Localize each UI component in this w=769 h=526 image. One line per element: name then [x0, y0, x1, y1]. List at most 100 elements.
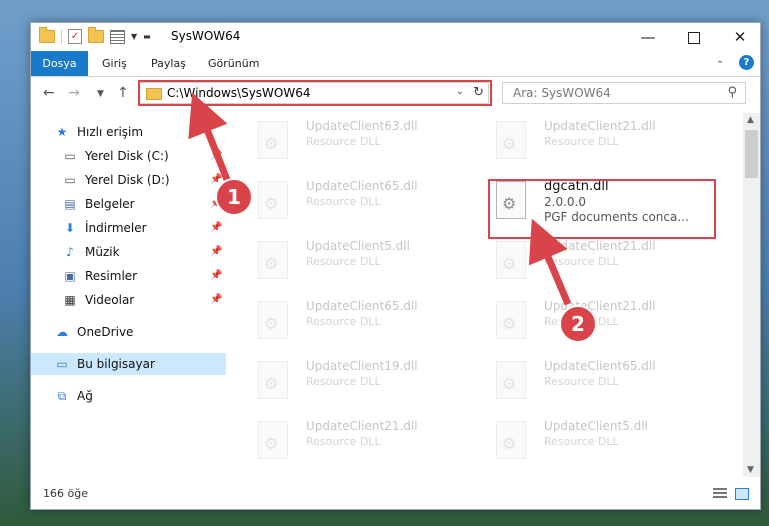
file-item[interactable]: ⚙ UpdateClient21.dll Resource DLL — [482, 295, 712, 351]
expand-ribbon-icon[interactable]: ⌄ — [716, 55, 724, 66]
file-list: ⚙ UpdateClient63.dll Resource DLL ⚙ Upda… — [236, 113, 741, 477]
dll-file-icon: ⚙ — [258, 301, 288, 339]
file-name: UpdateClient65.dll — [306, 299, 418, 313]
file-item-dgcatn[interactable]: ⚙ dgcatn.dll 2.0.0.0 PGF documents conca… — [482, 175, 712, 231]
help-icon[interactable]: ? — [739, 55, 754, 70]
explorer-window: ✓ ▼ ▬ SysWOW64 — ✕ Dosya Giriş Paylaş Gö… — [30, 22, 761, 510]
search-box[interactable]: Ara: SysWOW64 ⚲ — [502, 82, 746, 104]
file-item[interactable]: ⚙ UpdateClient65.dll Resource DLL — [482, 355, 712, 411]
tab-view[interactable]: Görünüm — [208, 51, 259, 76]
maximize-icon — [688, 31, 700, 44]
tab-share[interactable]: Paylaş — [151, 51, 186, 76]
up-arrow-icon[interactable]: ↑ — [117, 85, 129, 101]
computer-icon: ▭ — [56, 357, 68, 371]
file-item[interactable]: ⚙ UpdateClient65.dll Resource DLL — [244, 175, 474, 231]
properties-check-icon[interactable]: ✓ — [68, 29, 82, 44]
file-description: PGF documents conca... — [544, 210, 689, 224]
folder-icon — [39, 27, 55, 43]
file-name: UpdateClient21.dll — [544, 299, 656, 313]
close-button[interactable]: ✕ — [717, 23, 763, 51]
nav-item-videos[interactable]: ▦ Videolar 📌 — [31, 289, 226, 311]
back-arrow-icon[interactable]: ← — [43, 85, 55, 101]
refresh-icon[interactable]: ↻ — [473, 85, 484, 100]
pin-icon[interactable]: 📌 — [210, 169, 222, 191]
file-item[interactable]: ⚙ UpdateClient21.dll Resource DLL — [482, 235, 712, 291]
dll-file-icon: ⚙ — [496, 361, 526, 399]
item-count: 166 öğe — [43, 487, 88, 500]
title-bar: ✓ ▼ ▬ SysWOW64 — ✕ — [31, 23, 760, 51]
dll-file-icon: ⚙ — [258, 241, 288, 279]
recent-locations-icon[interactable]: ▼ — [97, 89, 104, 99]
file-item[interactable]: ⚙ UpdateClient65.dll Resource DLL — [244, 295, 474, 351]
new-folder-icon[interactable] — [88, 27, 104, 43]
search-icon[interactable]: ⚲ — [727, 85, 737, 100]
file-item[interactable]: ⚙ UpdateClient21.dll Resource DLL — [482, 115, 712, 171]
file-item[interactable]: ⚙ UpdateClient5.dll Resource DLL — [244, 235, 474, 291]
file-name: UpdateClient65.dll — [544, 359, 656, 373]
nav-item-pictures[interactable]: ▣ Resimler 📌 — [31, 265, 226, 287]
tab-file[interactable]: Dosya — [31, 51, 88, 76]
nav-item-network[interactable]: ⧉ Ağ — [31, 385, 226, 407]
properties-icon[interactable] — [110, 29, 125, 44]
minimize-button[interactable]: — — [625, 23, 671, 51]
scroll-thumb[interactable] — [745, 130, 758, 178]
gear-icon: ⚙ — [502, 374, 517, 393]
file-description: Resource DLL — [306, 255, 381, 268]
nav-label: Müzik — [85, 245, 120, 259]
file-name: UpdateClient21.dll — [544, 239, 656, 253]
file-item[interactable]: ⚙ UpdateClient5.dll Resource DLL — [482, 415, 712, 471]
dll-file-icon: ⚙ — [496, 121, 526, 159]
download-icon: ⬇ — [64, 221, 76, 235]
pin-icon[interactable]: 📌 — [210, 145, 222, 167]
address-path[interactable]: C:\Windows\SysWOW64 — [167, 86, 311, 100]
gear-icon: ⚙ — [502, 434, 517, 453]
forward-arrow-icon[interactable]: → — [68, 85, 80, 101]
pin-icon[interactable]: 📌 — [210, 193, 222, 215]
file-name: UpdateClient63.dll — [306, 119, 418, 133]
file-description: Resource DLL — [306, 435, 381, 448]
search-placeholder[interactable]: Ara: SysWOW64 — [513, 86, 611, 100]
dll-file-icon: ⚙ — [496, 181, 526, 219]
file-description: Resource DLL — [306, 375, 381, 388]
nav-item-this-pc[interactable]: ▭ Bu bilgisayar — [31, 353, 226, 375]
chevron-down-icon[interactable]: ⌄ — [456, 86, 464, 97]
address-bar[interactable]: C:\Windows\SysWOW64 ⌄ ↻ — [139, 82, 489, 104]
nav-item-music[interactable]: ♪ Müzik 📌 — [31, 241, 226, 263]
nav-item-quick-access[interactable]: ★ Hızlı erişim — [31, 121, 226, 143]
nav-label: Belgeler — [85, 197, 135, 211]
nav-item-downloads[interactable]: ⬇ İndirmeler 📌 — [31, 217, 226, 239]
tab-home[interactable]: Giriş — [102, 51, 127, 76]
customize-toolbar-icon[interactable]: ▬ — [143, 32, 151, 41]
chevron-down-icon[interactable]: ▼ — [131, 32, 137, 41]
file-item[interactable]: ⚙ UpdateClient63.dll Resource DLL — [244, 115, 474, 171]
pin-icon[interactable]: 📌 — [210, 289, 222, 311]
tiles-view-icon[interactable] — [735, 488, 749, 500]
quick-access-toolbar: ✓ ▼ ▬ — [39, 27, 151, 44]
file-name: UpdateClient21.dll — [544, 119, 656, 133]
file-description: Resource DLL — [544, 135, 619, 148]
ribbon-tabs: Dosya Giriş Paylaş Görünüm ⌄ ? — [31, 51, 760, 77]
gear-icon: ⚙ — [502, 194, 517, 213]
nav-item-local-disk-c[interactable]: ▭ Yerel Disk (C:) 📌 — [31, 145, 226, 167]
documents-icon: ▤ — [64, 197, 76, 211]
network-icon: ⧉ — [57, 389, 67, 403]
nav-label: Yerel Disk (C:) — [85, 149, 169, 163]
file-item[interactable]: ⚙ UpdateClient19.dll Resource DLL — [244, 355, 474, 411]
file-item[interactable]: ⚙ UpdateClient21.dll Resource DLL — [244, 415, 474, 471]
vertical-scrollbar[interactable]: ▲ ▼ — [743, 113, 760, 477]
drive-icon: ▭ — [64, 149, 76, 163]
details-view-icon[interactable] — [713, 488, 727, 500]
pin-icon[interactable]: 📌 — [210, 241, 222, 263]
nav-item-onedrive[interactable]: ☁ OneDrive — [31, 321, 226, 343]
pin-icon[interactable]: 📌 — [210, 217, 222, 239]
nav-item-local-disk-d[interactable]: ▭ Yerel Disk (D:) 📌 — [31, 169, 226, 191]
gear-icon: ⚙ — [502, 134, 517, 153]
maximize-button[interactable] — [671, 23, 717, 51]
scroll-down-icon[interactable]: ▼ — [747, 465, 754, 475]
pin-icon[interactable]: 📌 — [210, 265, 222, 287]
cloud-icon: ☁ — [56, 325, 68, 339]
scroll-up-icon[interactable]: ▲ — [747, 115, 754, 125]
nav-item-documents[interactable]: ▤ Belgeler 📌 — [31, 193, 226, 215]
videos-icon: ▦ — [64, 293, 76, 307]
dll-file-icon: ⚙ — [496, 421, 526, 459]
